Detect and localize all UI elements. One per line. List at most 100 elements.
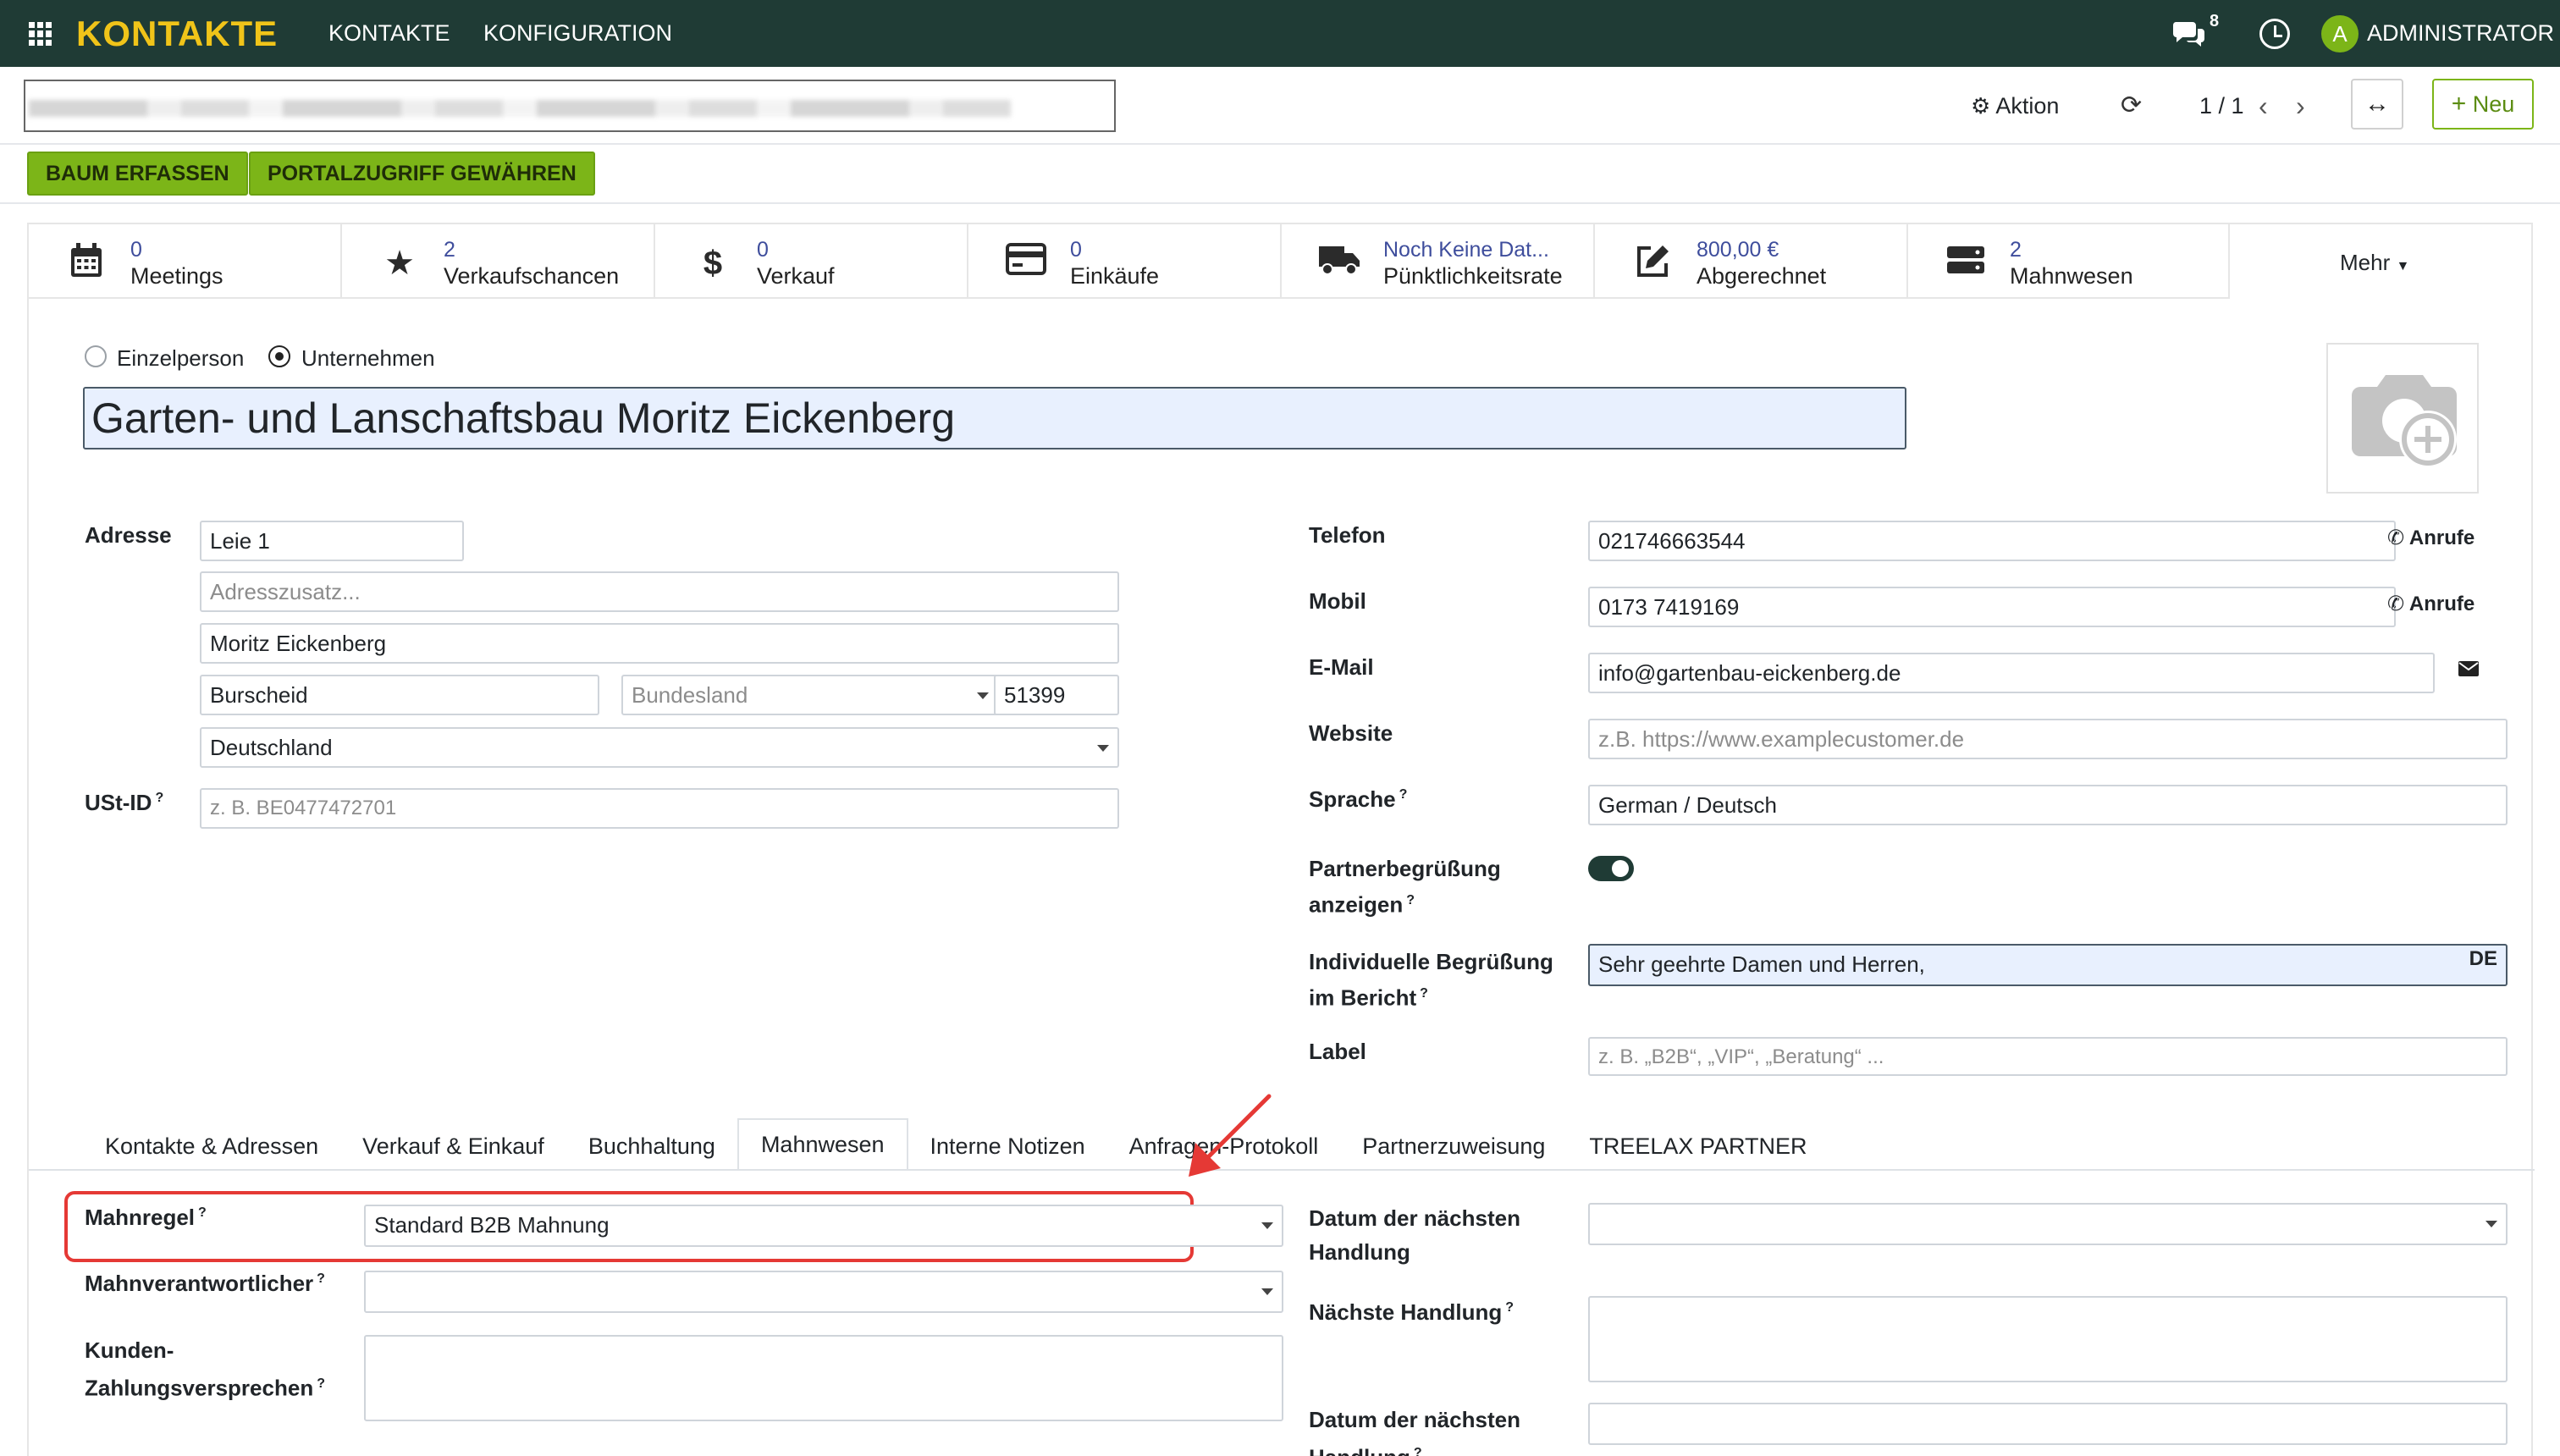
image-upload[interactable] <box>2326 343 2479 494</box>
smart-button-ontime-rate[interactable]: Noch Keine Dat... Pünktlichkeitsrate <box>1282 224 1595 299</box>
avatar[interactable]: A <box>2321 15 2359 52</box>
call-phone-button[interactable]: ✆ Anrufe <box>2387 526 2474 550</box>
payment-promise-label: Kunden- Zahlungsversprechen? <box>85 1337 325 1401</box>
zip-input[interactable]: 51399 <box>994 675 1119 715</box>
smart-button-meetings[interactable]: 0 Meetings <box>29 224 342 299</box>
dunning-rule-select[interactable]: Standard B2B Mahnung <box>364 1205 1283 1247</box>
page: KONTAKTE KONTAKTE KONFIGURATION 8 A ADMI… <box>0 0 2560 1456</box>
user-menu[interactable]: ADMINISTRATOR <box>2367 0 2554 67</box>
partner-name-input[interactable]: Garten- und Lanschaftsbau Moritz Eickenb… <box>83 387 1906 449</box>
portal-access-button[interactable]: PORTALZUGRIFF GEWÄHREN <box>249 152 595 196</box>
edit-icon <box>1632 243 1673 284</box>
smart-label: Pünktlichkeitsrate <box>1383 263 1563 289</box>
tab-accounting[interactable]: Buchhaltung <box>566 1122 737 1171</box>
payment-promise-textarea[interactable] <box>364 1335 1283 1421</box>
label-company: Unternehmen <box>301 345 435 371</box>
phone-label: Telefon <box>1309 522 1386 548</box>
pager-value[interactable]: 1 / 1 <box>2199 88 2244 124</box>
reload-icon[interactable]: ⟳ <box>2121 91 2142 121</box>
camera-plus-icon <box>2345 372 2463 477</box>
chat-icon[interactable] <box>2172 19 2206 49</box>
smart-label: Verkauf <box>757 263 835 289</box>
vat-input[interactable]: z. B. BE0477472701 <box>200 788 1119 829</box>
vat-label: USt-ID? <box>85 790 164 815</box>
smart-label: Verkaufschancen <box>444 263 620 289</box>
label-label: Label <box>1309 1039 1366 1064</box>
next-action-label: Nächste Handlung? <box>1309 1299 1514 1325</box>
tab-dunning[interactable]: Mahnwesen <box>737 1118 908 1171</box>
menu-konfiguration[interactable]: KONFIGURATION <box>483 0 672 67</box>
individual-greeting-label: Individuelle Begrüßung im Bericht? <box>1309 949 1553 1011</box>
next-action-date2-input[interactable] <box>1588 1403 2508 1445</box>
blurred-breadcrumb-text <box>29 100 1011 117</box>
tab-treelax-partner[interactable]: TREELAX PARTNER <box>1567 1122 1829 1171</box>
chevron-right-icon[interactable]: › <box>2296 88 2305 124</box>
dunning-responsible-label: Mahnverantwortlicher? <box>85 1271 325 1296</box>
chevron-left-icon[interactable]: ‹ <box>2259 88 2268 124</box>
tab-contacts-addresses[interactable]: Kontakte & Adressen <box>83 1122 340 1171</box>
phone-icon: ✆ <box>2387 593 2405 615</box>
phone-input[interactable]: 021746663544 <box>1588 521 2396 561</box>
next-action-date-select[interactable] <box>1588 1203 2508 1245</box>
website-label: Website <box>1309 720 1393 746</box>
apps-grid-icon[interactable] <box>29 22 52 46</box>
country-select[interactable]: Deutschland <box>200 727 1119 768</box>
smart-button-dunning[interactable]: 2 Mahnwesen <box>1908 224 2230 299</box>
greeting-toggle[interactable] <box>1588 856 1634 881</box>
more-label: Mehr <box>2340 250 2391 275</box>
state-select[interactable]: Bundesland <box>621 675 999 715</box>
action-menu[interactable]: ⚙ Aktion <box>1971 88 2059 124</box>
truck-icon <box>1319 243 1360 284</box>
address-label: Adresse <box>85 522 172 548</box>
tab-partner-assignment[interactable]: Partnerzuweisung <box>1340 1122 1567 1171</box>
radio-company[interactable] <box>268 345 290 367</box>
contact-name-input[interactable]: Moritz Eickenberg <box>200 623 1119 664</box>
arrows-horizontal-icon: ↔ <box>2364 90 2390 118</box>
tab-sales-purchase[interactable]: Verkauf & Einkauf <box>340 1122 566 1171</box>
call-mobile-button[interactable]: ✆ Anrufe <box>2387 592 2474 616</box>
email-input[interactable]: info@gartenbau-eickenberg.de <box>1588 653 2435 693</box>
new-label: Neu <box>2472 91 2515 117</box>
statusbar-buttons: BAUM ERFASSEN PORTALZUGRIFF GEWÄHREN <box>0 145 2560 204</box>
envelope-icon[interactable] <box>2458 661 2479 676</box>
language-badge[interactable]: DE <box>2469 946 2497 978</box>
language-label: Sprache? <box>1309 786 1408 812</box>
more-button[interactable]: Mehr ▼ <box>2340 250 2409 276</box>
smart-value: Noch Keine Dat... <box>1383 238 1549 262</box>
server-icon <box>1945 243 1986 284</box>
menu-kontakte[interactable]: KONTAKTE <box>328 0 450 67</box>
app-brand[interactable]: KONTAKTE <box>76 0 278 67</box>
smart-label: Abgerechnet <box>1697 263 1827 289</box>
label-input[interactable]: z. B. „B2B“, „VIP“, „Beratung“ ... <box>1588 1037 2508 1076</box>
mobile-input[interactable]: 0173 7419169 <box>1588 587 2396 627</box>
smart-button-opportunities[interactable]: ★ 2 Verkaufschancen <box>342 224 655 299</box>
individual-greeting-input[interactable]: Sehr geehrte Damen und Herren, DE <box>1588 944 2508 986</box>
next-action-textarea[interactable] <box>1588 1296 2508 1382</box>
tree-button[interactable]: BAUM ERFASSEN <box>27 152 248 196</box>
smart-button-purchases[interactable]: 0 Einkäufe <box>968 224 1282 299</box>
plus-icon: + <box>2451 90 2467 118</box>
country-value: Deutschland <box>210 735 333 760</box>
city-input[interactable]: Burscheid <box>200 675 599 715</box>
control-panel: ⚙ Aktion ⟳ 1 / 1 ‹ › ↔ + Neu <box>0 67 2560 145</box>
new-button[interactable]: + Neu <box>2432 79 2534 130</box>
email-label: E-Mail <box>1309 654 1374 680</box>
caret-down-icon: ▼ <box>2396 259 2410 273</box>
breadcrumb <box>24 80 1116 132</box>
street-input[interactable]: Leie 1 <box>200 521 464 561</box>
expand-width-button[interactable]: ↔ <box>2351 79 2403 130</box>
street2-input[interactable]: Adresszusatz... <box>200 571 1119 612</box>
action-label: Aktion <box>1995 93 2060 119</box>
language-select[interactable]: German / Deutsch <box>1588 785 2508 825</box>
next-action-date-label: Datum der nächsten Handlung <box>1309 1205 1520 1265</box>
smart-button-invoiced[interactable]: 800,00 € Abgerechnet <box>1595 224 1908 299</box>
calendar-icon <box>66 243 107 284</box>
smart-button-sales[interactable]: $ 0 Verkauf <box>655 224 968 299</box>
smart-value: 800,00 € <box>1697 238 1779 262</box>
dunning-responsible-select[interactable] <box>364 1271 1283 1313</box>
website-input[interactable]: z.B. https://www.examplecustomer.de <box>1588 719 2508 759</box>
clock-icon[interactable] <box>2259 19 2290 49</box>
caret-down-icon <box>2486 1221 2497 1227</box>
radio-person[interactable] <box>85 345 107 367</box>
tab-internal-notes[interactable]: Interne Notizen <box>908 1122 1107 1171</box>
